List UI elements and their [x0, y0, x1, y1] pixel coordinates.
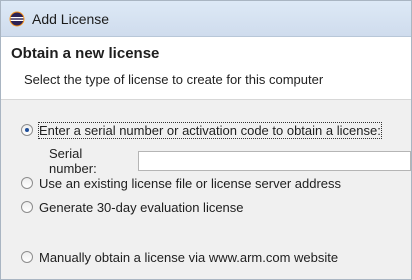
radio-button[interactable]: [21, 251, 33, 263]
option-evaluation-license[interactable]: Generate 30-day evaluation license: [21, 198, 244, 216]
option-serial-number[interactable]: Enter a serial number or activation code…: [21, 121, 382, 139]
option-label[interactable]: Enter a serial number or activation code…: [38, 121, 382, 139]
header-banner: Obtain a new license Select the type of …: [1, 37, 411, 100]
option-manual-license[interactable]: Manually obtain a license via www.arm.co…: [21, 248, 338, 266]
page-title: Obtain a new license: [11, 45, 160, 62]
eclipse-app-icon: [9, 11, 25, 27]
radio-button[interactable]: [21, 201, 33, 213]
page-description: Select the type of license to create for…: [24, 72, 324, 87]
option-label[interactable]: Use an existing license file or license …: [39, 176, 341, 191]
window-title: Add License: [32, 10, 110, 27]
serial-number-input[interactable]: [137, 151, 411, 171]
serial-number-row: Serial number:: [49, 146, 411, 176]
radio-button[interactable]: [21, 177, 33, 189]
serial-number-label: Serial number:: [49, 146, 97, 176]
option-label[interactable]: Generate 30-day evaluation license: [39, 200, 244, 215]
option-label[interactable]: Manually obtain a license via www.arm.co…: [39, 250, 338, 265]
license-options: Enter a serial number or activation code…: [1, 100, 411, 279]
title-bar[interactable]: Add License: [1, 1, 411, 37]
radio-button-selected[interactable]: [21, 124, 33, 136]
add-license-dialog: Add License Obtain a new license Select …: [0, 0, 412, 280]
option-existing-license[interactable]: Use an existing license file or license …: [21, 174, 341, 192]
